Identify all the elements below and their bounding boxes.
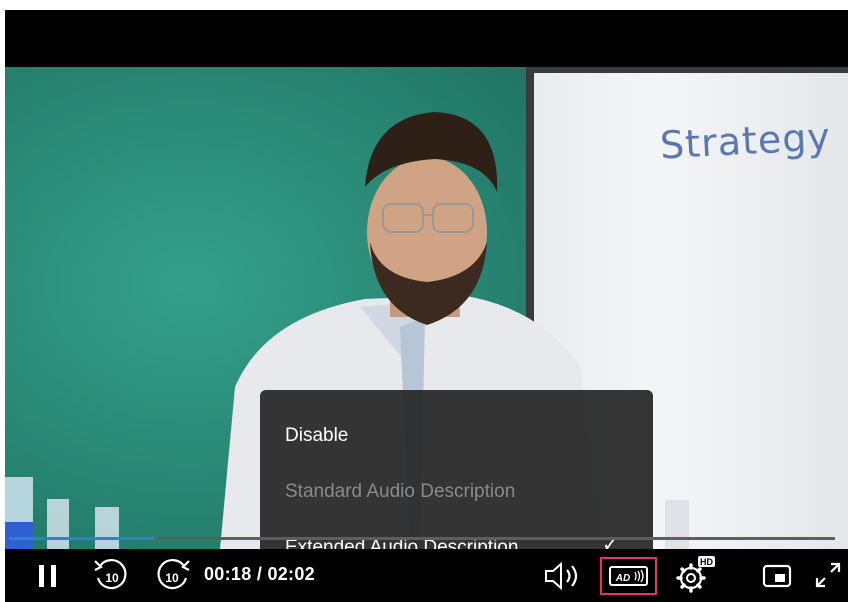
menu-item-standard-audio-description: Standard Audio Description	[285, 481, 516, 502]
ad-label-text: AD	[615, 573, 630, 584]
volume-icon	[545, 561, 578, 591]
menu-item-disable[interactable]: Disable	[285, 419, 348, 453]
menu-item-extended-audio-description[interactable]: Extended Audio Description	[285, 531, 518, 549]
forward-10-icon: 10	[157, 559, 190, 590]
settings-gear-icon: HD	[676, 556, 715, 593]
settings-button[interactable]: HD	[673, 555, 717, 595]
control-bar: 10 10 00:18 / 02:02 AD HD	[5, 549, 848, 602]
picture-in-picture-icon	[762, 564, 792, 588]
progress-bar[interactable]	[9, 537, 835, 540]
audio-description-icon: AD	[609, 566, 648, 586]
audio-description-menu: Disable Standard Audio Description Exten…	[260, 390, 653, 549]
time-display: 00:18 / 02:02	[204, 564, 315, 584]
progress-fill	[9, 537, 155, 540]
forward-10-button[interactable]: 10	[153, 557, 193, 595]
volume-button[interactable]	[541, 559, 589, 593]
pause-icon	[39, 565, 56, 587]
rewind-seconds-text: 10	[105, 571, 119, 585]
hd-badge: HD	[700, 557, 713, 567]
audio-description-button[interactable]: AD	[600, 557, 657, 595]
fullscreen-button[interactable]	[813, 559, 843, 591]
forward-seconds-text: 10	[165, 571, 179, 585]
rewind-10-button[interactable]: 10	[91, 557, 131, 595]
pause-button[interactable]	[33, 561, 63, 591]
fullscreen-icon	[815, 562, 841, 588]
check-icon: ✓	[602, 534, 619, 549]
video-frame[interactable]: Strategy Disable Standard Audio Descript…	[5, 67, 848, 549]
picture-in-picture-button[interactable]	[761, 561, 793, 591]
rewind-10-icon: 10	[94, 559, 127, 590]
video-player: Strategy Disable Standard Audio Descript…	[5, 10, 848, 602]
